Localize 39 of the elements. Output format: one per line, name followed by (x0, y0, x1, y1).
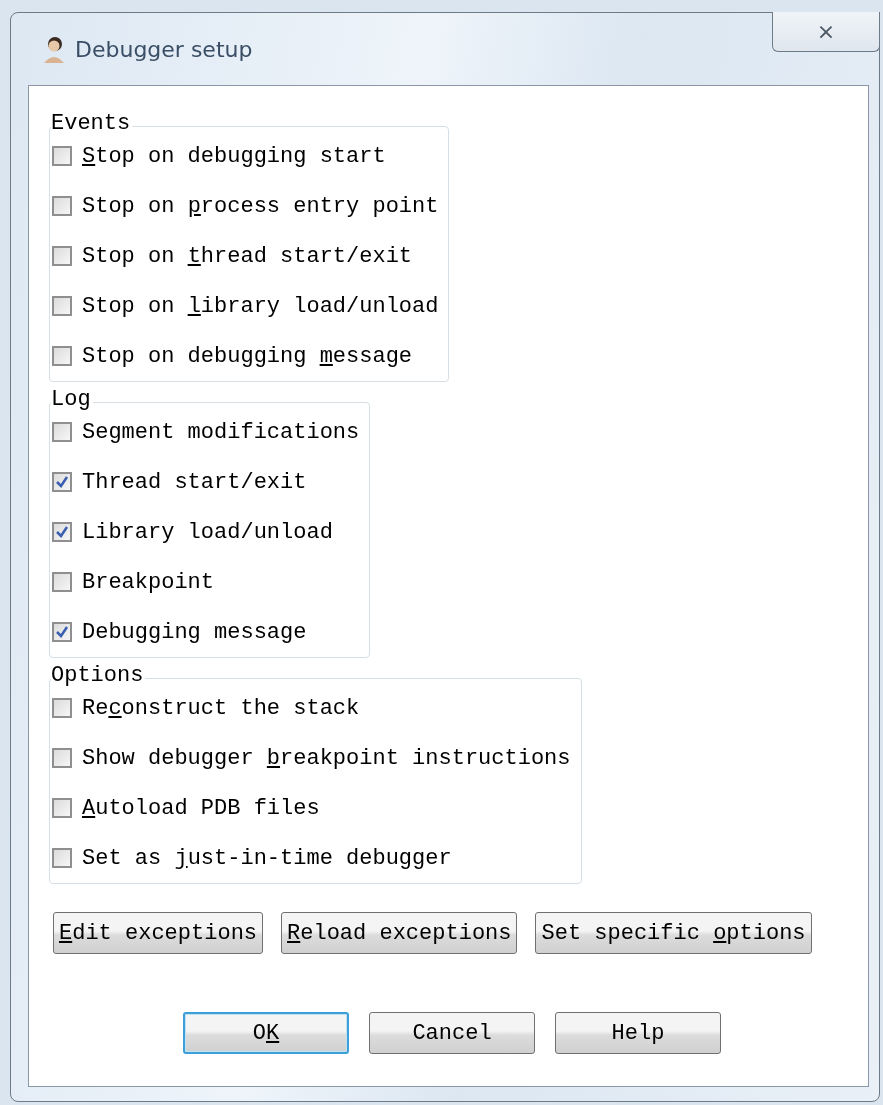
group-title: Log (51, 388, 93, 412)
dialog-button[interactable]: OK (183, 1012, 349, 1054)
checkbox[interactable] (52, 848, 72, 868)
checkbox[interactable] (52, 196, 72, 216)
checkbox-label[interactable]: Stop on thread start/exit (82, 243, 413, 269)
action-button[interactable]: Set specific options (535, 912, 812, 954)
checkbox[interactable] (52, 572, 72, 592)
checkbox[interactable] (52, 146, 72, 166)
checkbox[interactable] (52, 296, 72, 316)
window-title: Debugger setup (75, 36, 253, 62)
checkbox-label[interactable]: Set as j ust-in-time debugger (82, 845, 452, 871)
group-title: Options (51, 664, 146, 688)
action-button[interactable]: Edit exceptions (53, 912, 264, 954)
checkbox-label[interactable]: Segment modifications (82, 419, 360, 445)
checkbox-label[interactable]: Debugging message (82, 619, 307, 645)
checkbox-label[interactable]: Stop on process entry point (82, 193, 439, 219)
action-button[interactable]: Reload exceptions (281, 912, 518, 954)
checkbox[interactable] (52, 798, 72, 818)
checkbox-label[interactable]: Thread start/exit (82, 469, 307, 495)
checkbox-label[interactable]: Breakpoint (82, 569, 215, 595)
checkbox-label[interactable]: Autoload PDB files (82, 795, 320, 821)
checkbox-label[interactable]: Reconstruct the stack (82, 695, 360, 721)
checkbox[interactable] (52, 748, 72, 768)
checkbox[interactable] (52, 472, 72, 492)
checkbox-label[interactable]: Stop on debugging message (82, 343, 413, 369)
checkbox[interactable] (52, 422, 72, 442)
checkbox[interactable] (52, 522, 72, 542)
dialog-button[interactable]: Cancel (369, 1012, 535, 1054)
checkbox[interactable] (52, 622, 72, 642)
checkbox-label[interactable]: Stop on debugging start (82, 143, 386, 169)
checkbox[interactable] (52, 246, 72, 266)
checkbox-label[interactable]: Library load/unload (82, 519, 333, 545)
close-button[interactable]: ⨯ (772, 12, 880, 52)
checkbox[interactable] (52, 346, 72, 366)
checkbox-label[interactable]: Stop on library load/unload (82, 293, 439, 319)
checkbox-label[interactable]: Show debugger breakpoint instructions (82, 745, 571, 771)
dialog-button[interactable]: Help (555, 1012, 721, 1054)
checkbox[interactable] (52, 698, 72, 718)
person-icon (41, 35, 67, 63)
